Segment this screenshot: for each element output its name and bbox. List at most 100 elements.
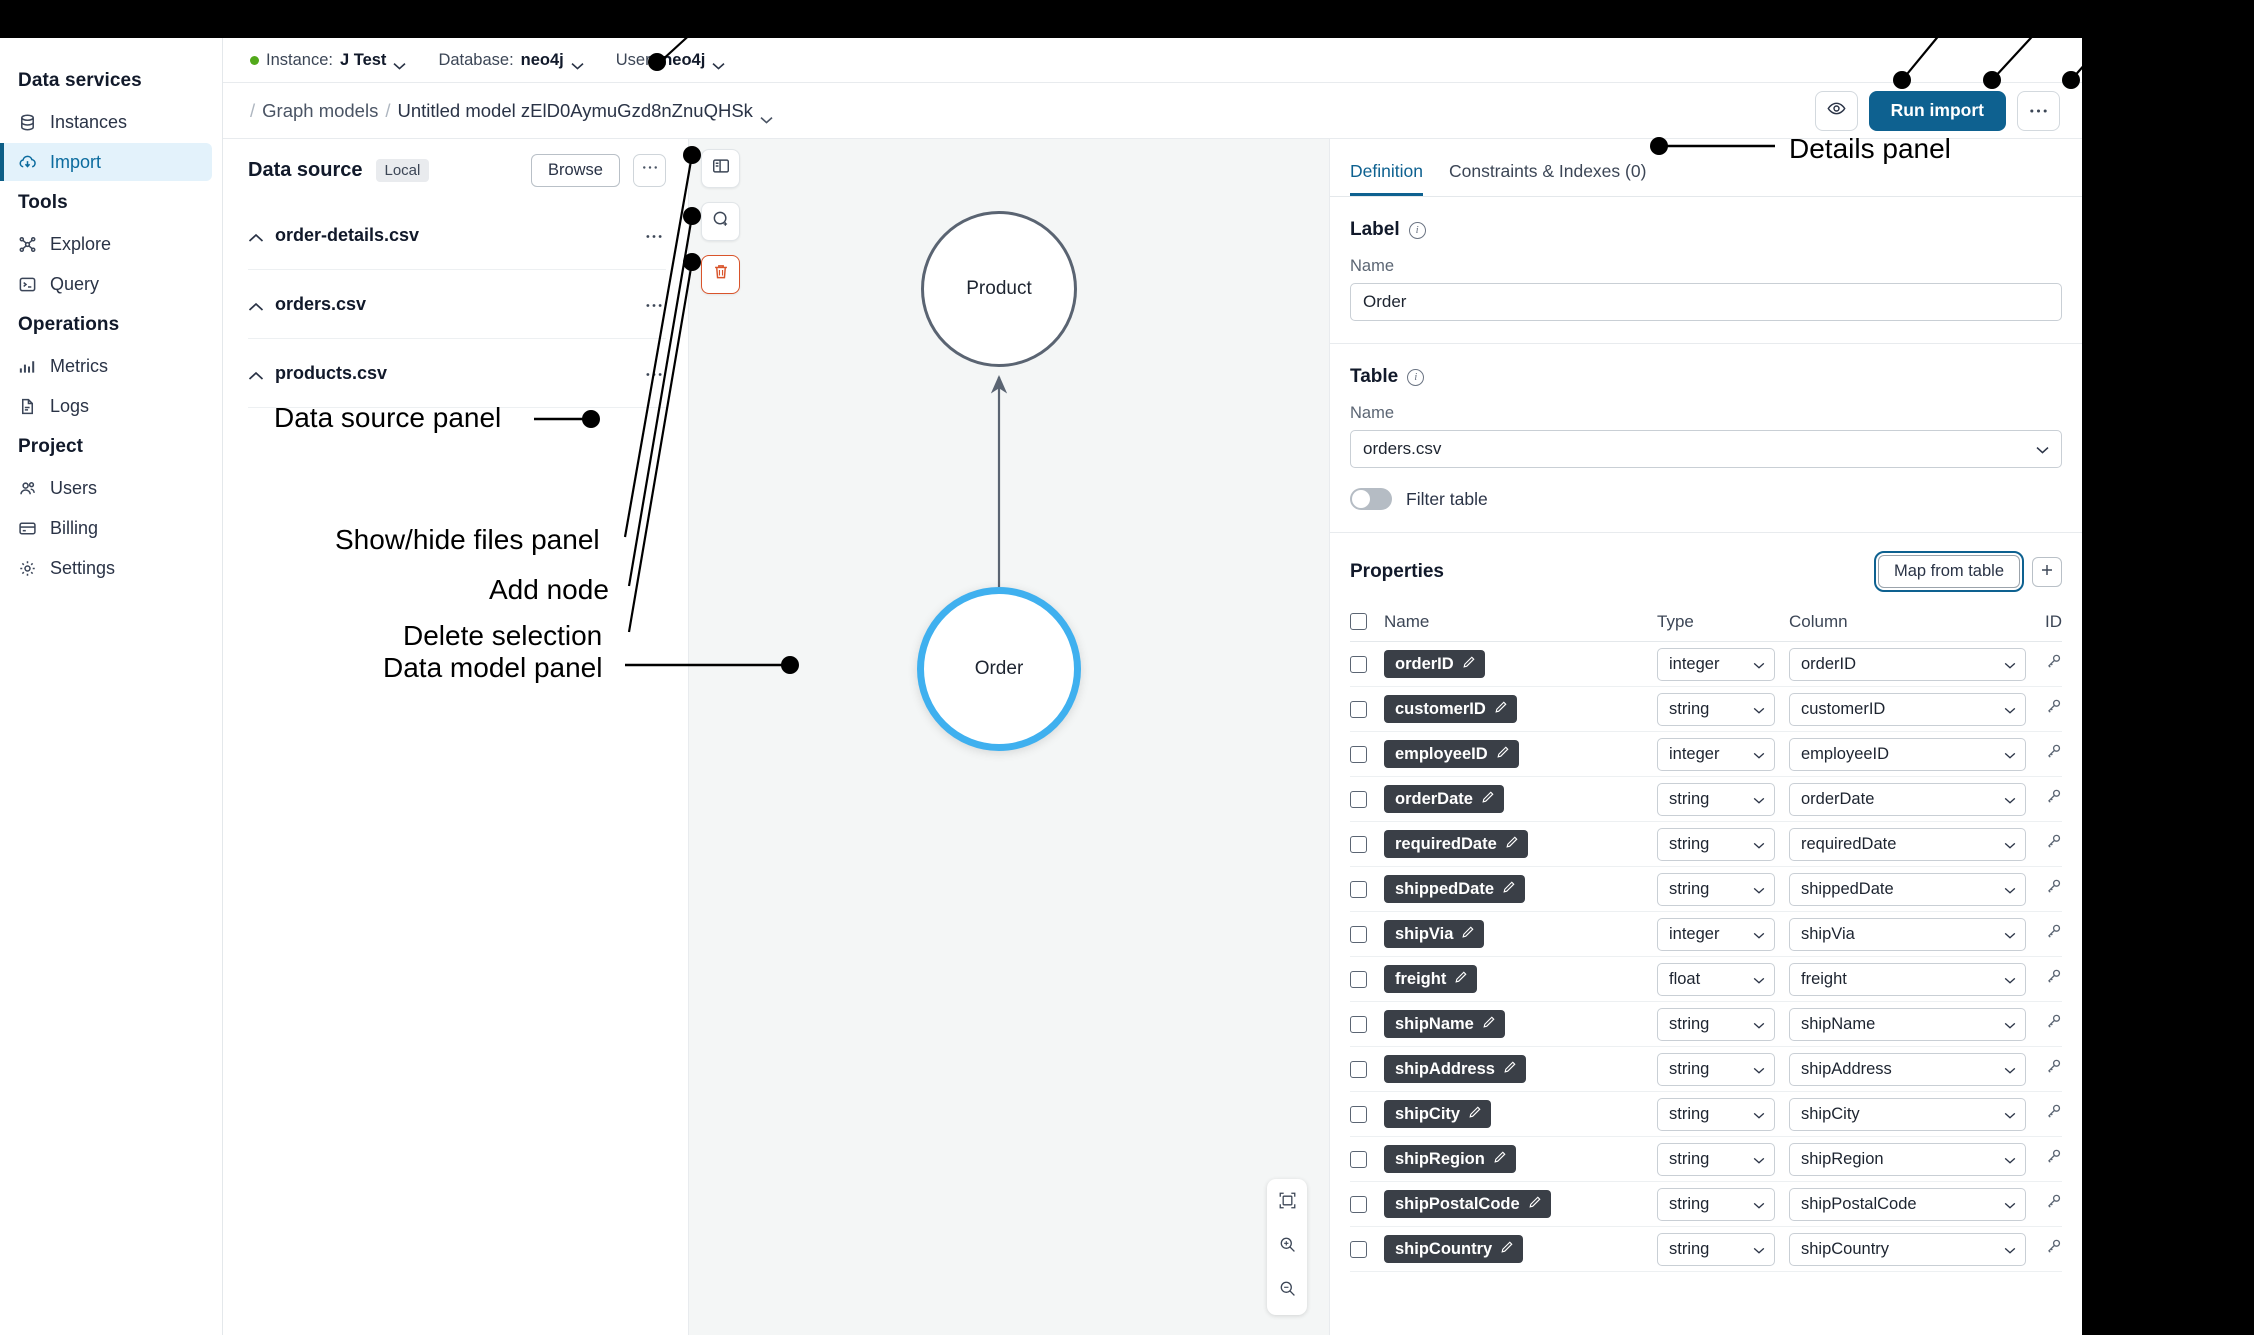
key-icon[interactable] <box>2045 698 2062 720</box>
map-from-table-button[interactable]: Map from table <box>1878 555 2020 588</box>
edit-pencil-icon[interactable] <box>1493 1150 1507 1169</box>
key-icon[interactable] <box>2045 968 2062 990</box>
table-name-select[interactable]: orders.csv <box>1350 430 2062 468</box>
property-type-select[interactable]: string <box>1657 1143 1775 1176</box>
property-column-select[interactable]: freight <box>1789 963 2026 996</box>
chevron-down-icon[interactable] <box>760 107 773 115</box>
edit-pencil-icon[interactable] <box>1496 745 1510 764</box>
property-column-select[interactable]: shipAddress <box>1789 1053 2026 1086</box>
property-chip[interactable]: shippedDate <box>1384 875 1525 903</box>
user-selector[interactable]: User: neo4j <box>616 51 726 70</box>
property-column-select[interactable]: requiredDate <box>1789 828 2026 861</box>
graph-node-product[interactable]: Product <box>921 211 1077 367</box>
breadcrumb-parent[interactable]: Graph models <box>262 100 378 122</box>
property-column-select[interactable]: shipCity <box>1789 1098 2026 1131</box>
key-icon[interactable] <box>2045 743 2062 765</box>
table-row[interactable]: shippedDatestringshippedDate <box>1350 867 2062 912</box>
property-column-select[interactable]: shippedDate <box>1789 873 2026 906</box>
table-row[interactable]: shipCitystringshipCity <box>1350 1092 2062 1137</box>
property-type-select[interactable]: string <box>1657 693 1775 726</box>
key-icon[interactable] <box>2045 1238 2062 1260</box>
row-checkbox[interactable] <box>1350 1106 1367 1123</box>
table-row[interactable]: requiredDate string requiredDate <box>1350 822 2062 867</box>
graph-node-order[interactable]: Order <box>917 587 1081 751</box>
table-row[interactable]: employeeIDintegeremployeeID <box>1350 732 2062 777</box>
sidebar-item-users[interactable]: Users <box>0 469 212 507</box>
property-chip[interactable]: employeeID <box>1384 740 1519 768</box>
database-selector[interactable]: Database: neo4j <box>438 51 583 70</box>
property-column-select[interactable]: shipRegion <box>1789 1143 2026 1176</box>
row-checkbox[interactable] <box>1350 926 1367 943</box>
edit-pencil-icon[interactable] <box>1503 1060 1517 1079</box>
table-row[interactable]: orderDatestringorderDate <box>1350 777 2062 822</box>
property-column-select[interactable]: orderID <box>1789 648 2026 681</box>
property-column-select[interactable]: shipVia <box>1789 918 2026 951</box>
select-all-checkbox[interactable] <box>1350 613 1367 630</box>
edit-pencil-icon[interactable] <box>1462 655 1476 674</box>
add-node-button[interactable] <box>701 202 740 241</box>
edit-pencil-icon[interactable] <box>1500 1240 1514 1259</box>
sidebar-item-instances[interactable]: Instances <box>0 103 212 141</box>
key-icon[interactable] <box>2045 653 2062 675</box>
chevron-up-icon[interactable] <box>248 368 264 378</box>
property-chip[interactable]: shipPostalCode <box>1384 1190 1551 1218</box>
property-chip[interactable]: orderDate <box>1384 785 1504 813</box>
row-checkbox[interactable] <box>1350 971 1367 988</box>
table-row[interactable]: shipViaintegershipVia <box>1350 912 2062 957</box>
sidebar-item-billing[interactable]: Billing <box>0 509 212 547</box>
row-checkbox[interactable] <box>1350 746 1367 763</box>
edit-pencil-icon[interactable] <box>1502 880 1516 899</box>
property-type-select[interactable]: string <box>1657 1233 1775 1266</box>
row-checkbox[interactable] <box>1350 1241 1367 1258</box>
key-icon[interactable] <box>2045 1148 2062 1170</box>
row-checkbox[interactable] <box>1350 1061 1367 1078</box>
sidebar-item-metrics[interactable]: Metrics <box>0 347 212 385</box>
property-type-select[interactable]: integer <box>1657 738 1775 771</box>
sidebar-item-settings[interactable]: Settings <box>0 549 212 587</box>
tab-definition[interactable]: Definition <box>1350 161 1423 196</box>
row-checkbox[interactable] <box>1350 701 1367 718</box>
property-chip[interactable]: orderID <box>1384 650 1485 678</box>
property-type-select[interactable]: string <box>1657 1188 1775 1221</box>
table-row[interactable]: shipAddressstringshipAddress <box>1350 1047 2062 1092</box>
show-hide-files-panel-button[interactable] <box>701 149 740 188</box>
key-icon[interactable] <box>2045 1013 2062 1035</box>
property-chip[interactable]: shipName <box>1384 1010 1505 1038</box>
property-column-select[interactable]: shipName <box>1789 1008 2026 1041</box>
property-chip[interactable]: shipRegion <box>1384 1145 1516 1173</box>
row-checkbox[interactable] <box>1350 656 1367 673</box>
key-icon[interactable] <box>2045 833 2062 855</box>
property-chip[interactable]: shipCountry <box>1384 1235 1523 1263</box>
property-type-select[interactable]: integer <box>1657 918 1775 951</box>
chevron-up-icon[interactable] <box>248 299 264 309</box>
row-checkbox[interactable] <box>1350 791 1367 808</box>
edit-pencil-icon[interactable] <box>1481 790 1495 809</box>
browse-button[interactable]: Browse <box>531 154 620 187</box>
property-chip[interactable]: requiredDate <box>1384 830 1528 858</box>
add-property-button[interactable] <box>2032 557 2062 587</box>
property-type-select[interactable]: string <box>1657 828 1775 861</box>
property-column-select[interactable]: customerID <box>1789 693 2026 726</box>
row-checkbox[interactable] <box>1350 1196 1367 1213</box>
key-icon[interactable] <box>2045 1193 2062 1215</box>
data-source-more-button[interactable] <box>633 154 666 187</box>
property-chip[interactable]: shipCity <box>1384 1100 1491 1128</box>
file-more-button[interactable] <box>644 362 666 384</box>
filter-table-toggle[interactable] <box>1350 488 1392 510</box>
chevron-up-icon[interactable] <box>248 230 264 240</box>
key-icon[interactable] <box>2045 788 2062 810</box>
instance-selector[interactable]: Instance: J Test <box>250 51 406 70</box>
property-chip[interactable]: customerID <box>1384 695 1517 723</box>
zoom-out-button[interactable] <box>1273 1277 1301 1305</box>
property-type-select[interactable]: integer <box>1657 648 1775 681</box>
key-icon[interactable] <box>2045 1103 2062 1125</box>
sidebar-item-explore[interactable]: Explore <box>0 225 212 263</box>
data-model-canvas[interactable]: Product Order <box>689 139 1329 1335</box>
row-checkbox[interactable] <box>1350 1151 1367 1168</box>
edit-pencil-icon[interactable] <box>1528 1195 1542 1214</box>
table-row[interactable]: shipRegion string shipRegion <box>1350 1137 2062 1182</box>
more-options-button[interactable] <box>2017 91 2060 131</box>
table-row[interactable]: shipPostalCodestringshipPostalCode <box>1350 1182 2062 1227</box>
property-type-select[interactable]: float <box>1657 963 1775 996</box>
property-column-select[interactable]: orderDate <box>1789 783 2026 816</box>
